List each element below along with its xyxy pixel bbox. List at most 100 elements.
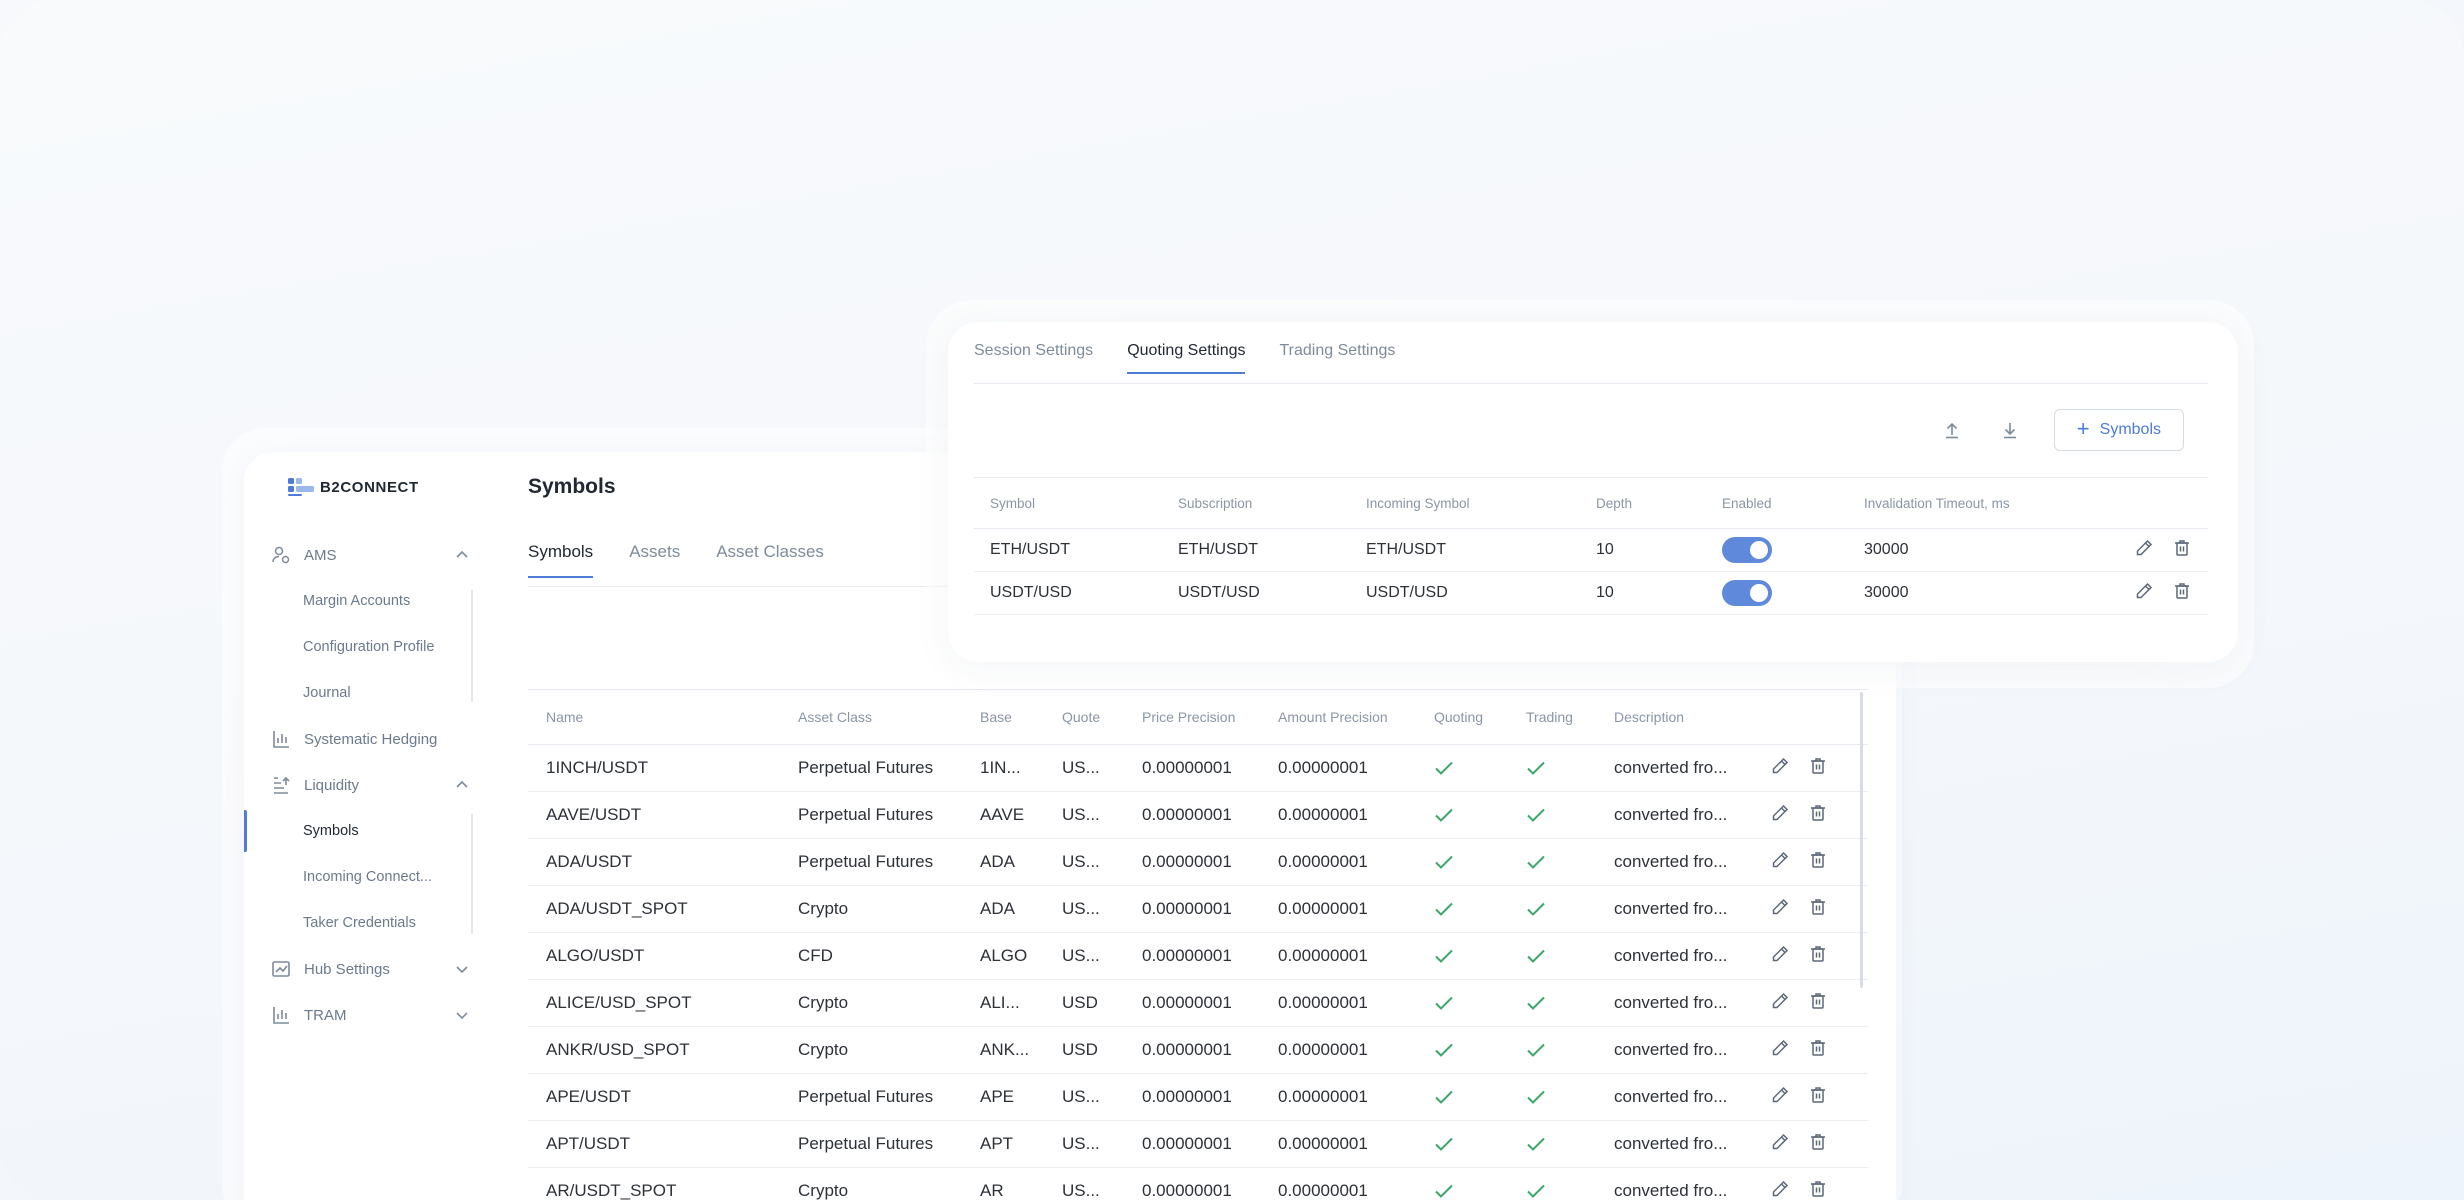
- brand[interactable]: B2CONNECT: [288, 478, 419, 496]
- table-row[interactable]: AAVE/USDT Perpetual Futures AAVE US... 0.000…: [528, 792, 1868, 839]
- column-header-description[interactable]: Description: [1596, 709, 1760, 725]
- cell-subscription: ETH/USDT: [1178, 541, 1258, 558]
- cell-quote: US...: [1062, 1134, 1100, 1153]
- edit-icon[interactable]: [1770, 897, 1790, 922]
- plus-icon: +: [2076, 416, 2090, 441]
- column-header-quote[interactable]: Quote: [1044, 709, 1124, 725]
- column-header-symbol[interactable]: Symbol: [974, 496, 1162, 511]
- column-header-base[interactable]: Base: [962, 709, 1044, 725]
- column-header-invalidation-timeout[interactable]: Invalidation Timeout, ms: [1848, 496, 2098, 511]
- table-row[interactable]: APT/USDT Perpetual Futures APT US... 0.00000…: [528, 1121, 1868, 1168]
- quoting-check-icon: [1416, 1183, 1508, 1199]
- delete-icon[interactable]: [1808, 756, 1828, 781]
- cell-quote: USD: [1062, 1040, 1098, 1059]
- sidebar-item-systematic-hedging[interactable]: Systematic Hedging: [270, 724, 470, 754]
- column-header-quoting[interactable]: Quoting: [1416, 709, 1508, 725]
- enabled-toggle[interactable]: [1722, 580, 1772, 606]
- column-header-subscription[interactable]: Subscription: [1162, 496, 1350, 511]
- sidebar-item-margin-accounts[interactable]: Margin Accounts: [303, 588, 410, 614]
- column-header-price-precision[interactable]: Price Precision: [1124, 709, 1260, 725]
- delete-icon[interactable]: [2172, 581, 2192, 606]
- tab-session-settings[interactable]: Session Settings: [974, 342, 1093, 374]
- table-row[interactable]: AR/USDT_SPOT Crypto AR US... 0.00000001 0.000…: [528, 1168, 1868, 1200]
- table-row[interactable]: ETH/USDT ETH/USDT ETH/USDT 10 30000: [974, 529, 2208, 572]
- table-row[interactable]: ALGO/USDT CFD ALGO US... 0.00000001 0.0000000…: [528, 933, 1868, 980]
- delete-icon[interactable]: [1808, 1179, 1828, 1200]
- column-header-amount-precision[interactable]: Amount Precision: [1260, 709, 1416, 725]
- table-row[interactable]: USDT/USD USDT/USD USDT/USD 10 30000: [974, 572, 2208, 615]
- table-row[interactable]: ADA/USDT Perpetual Futures ADA US... 0.00000…: [528, 839, 1868, 886]
- delete-icon[interactable]: [1808, 1132, 1828, 1157]
- cell-amount-precision: 0.00000001: [1278, 1087, 1368, 1106]
- cell-asset-class: Perpetual Futures: [798, 758, 934, 777]
- cell-invalidation-timeout: 30000: [1864, 541, 1909, 558]
- column-header-incoming-symbol[interactable]: Incoming Symbol: [1350, 496, 1580, 511]
- edit-icon[interactable]: [1770, 803, 1790, 828]
- tab-asset-classes[interactable]: Asset Classes: [716, 542, 824, 578]
- table-row[interactable]: 1INCH/USDT Perpetual Futures 1IN... US... 0.…: [528, 745, 1868, 792]
- column-header-trading[interactable]: Trading: [1508, 709, 1596, 725]
- tab-quoting-settings[interactable]: Quoting Settings: [1127, 342, 1246, 374]
- download-icon[interactable]: [1996, 416, 2024, 444]
- edit-icon[interactable]: [1770, 1085, 1790, 1110]
- column-header-name[interactable]: Name: [528, 709, 780, 725]
- sidebar-item-tram[interactable]: TRAM: [270, 1000, 470, 1030]
- sidebar-item-label: AMS: [304, 546, 337, 564]
- sidebar-item-ams[interactable]: AMS: [270, 540, 470, 570]
- edit-icon[interactable]: [2134, 581, 2154, 606]
- sidebar-item-taker-credentials[interactable]: Taker Credentials: [303, 910, 416, 936]
- sidebar-item-configuration-profile[interactable]: Configuration Profile: [303, 634, 434, 660]
- table-row[interactable]: APE/USDT Perpetual Futures APE US... 0.00000…: [528, 1074, 1868, 1121]
- delete-icon[interactable]: [1808, 850, 1828, 875]
- cell-base: 1IN...: [980, 758, 1021, 777]
- sidebar-item-hub-settings[interactable]: Hub Settings: [270, 954, 470, 984]
- table-header: Name Asset Class Base Quote Price Precis…: [528, 689, 1868, 745]
- sidebar-item-incoming-connections[interactable]: Incoming Connect...: [303, 864, 432, 890]
- delete-icon[interactable]: [1808, 1038, 1828, 1063]
- edit-icon[interactable]: [1770, 1132, 1790, 1157]
- delete-icon[interactable]: [1808, 1085, 1828, 1110]
- delete-icon[interactable]: [1808, 991, 1828, 1016]
- cell-asset-class: Crypto: [798, 1181, 849, 1200]
- table-row[interactable]: ANKR/USD_SPOT Crypto ANK... USD 0.00000001 0.…: [528, 1027, 1868, 1074]
- table-row[interactable]: ALICE/USD_SPOT Crypto ALI... USD 0.00000001 0…: [528, 980, 1868, 1027]
- edit-icon[interactable]: [2134, 538, 2154, 563]
- delete-icon[interactable]: [2172, 538, 2192, 563]
- tab-symbols[interactable]: Symbols: [528, 542, 594, 578]
- tab-assets[interactable]: Assets: [629, 542, 680, 578]
- edit-icon[interactable]: [1770, 756, 1790, 781]
- column-header-enabled[interactable]: Enabled: [1706, 496, 1848, 511]
- sidebar-item-liquidity[interactable]: Liquidity: [270, 770, 470, 800]
- delete-icon[interactable]: [1808, 803, 1828, 828]
- cell-base: APE: [980, 1087, 1015, 1106]
- quoting-table: Symbol Subscription Incoming Symbol Dept…: [974, 477, 2208, 615]
- cell-amount-precision: 0.00000001: [1278, 1181, 1368, 1200]
- cell-price-precision: 0.00000001: [1142, 993, 1232, 1012]
- sidebar-item-label: Liquidity: [304, 776, 360, 794]
- delete-icon[interactable]: [1808, 944, 1828, 969]
- edit-icon[interactable]: [1770, 850, 1790, 875]
- cell-base: ANK...: [980, 1040, 1030, 1059]
- delete-icon[interactable]: [1808, 897, 1828, 922]
- enabled-toggle[interactable]: [1722, 537, 1772, 563]
- tab-trading-settings[interactable]: Trading Settings: [1279, 342, 1395, 374]
- cell-asset-class: CFD: [798, 946, 833, 965]
- cell-description: converted fro...: [1614, 1134, 1728, 1153]
- edit-icon[interactable]: [1770, 1179, 1790, 1200]
- sidebar-item-symbols[interactable]: Symbols: [303, 818, 359, 844]
- sidebar-item-journal[interactable]: Journal: [303, 680, 351, 706]
- settings-tabs: Session Settings Quoting Settings Tradin…: [974, 342, 1395, 374]
- table-scrollbar[interactable]: [1860, 692, 1863, 988]
- column-header-depth[interactable]: Depth: [1580, 496, 1706, 511]
- edit-icon[interactable]: [1770, 1038, 1790, 1063]
- upload-icon[interactable]: [1938, 416, 1966, 444]
- edit-icon[interactable]: [1770, 991, 1790, 1016]
- edit-icon[interactable]: [1770, 944, 1790, 969]
- cell-quote: US...: [1062, 852, 1100, 871]
- cell-base: ALGO: [980, 946, 1028, 965]
- cell-base: ADA: [980, 899, 1015, 918]
- add-symbols-button[interactable]: + Symbols: [2053, 409, 2184, 451]
- quoting-check-icon: [1416, 760, 1508, 776]
- column-header-asset-class[interactable]: Asset Class: [780, 709, 962, 725]
- table-row[interactable]: ADA/USDT_SPOT Crypto ADA US... 0.00000001 0.0…: [528, 886, 1868, 933]
